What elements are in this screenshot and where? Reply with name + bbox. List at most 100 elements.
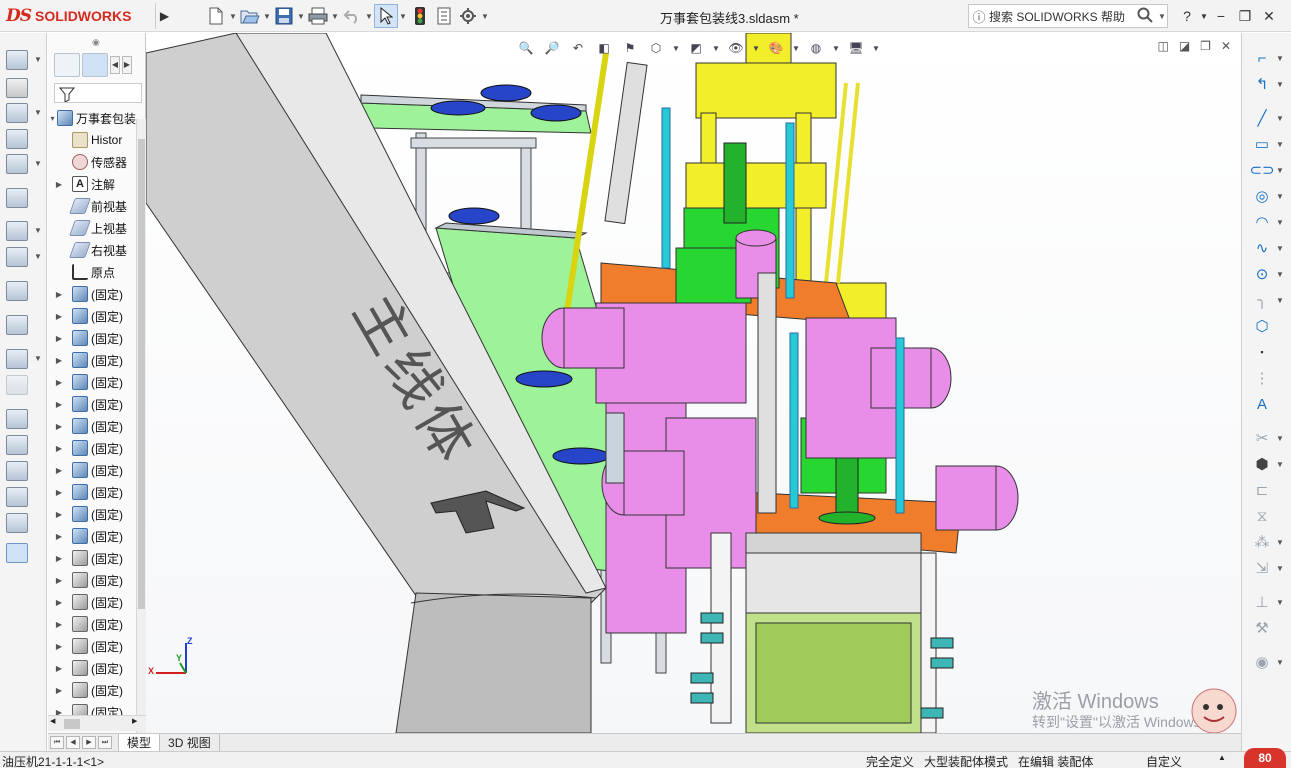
- explode-line-sketch-icon[interactable]: [6, 375, 28, 395]
- tree-item[interactable]: ▶ (固定): [48, 393, 136, 415]
- rectangle-dropdown-icon[interactable]: ▼: [1276, 140, 1284, 149]
- reference-geometry-icon[interactable]: [6, 247, 28, 267]
- notification-badge[interactable]: 80: [1244, 748, 1286, 768]
- quick-snaps-icon[interactable]: ◉: [1252, 653, 1272, 671]
- convert-entities-icon[interactable]: ⬢: [1252, 455, 1272, 473]
- tree-item[interactable]: 上视基: [48, 217, 136, 239]
- tree-item[interactable]: ▶ (固定): [48, 503, 136, 525]
- display-style-dropdown-icon[interactable]: ▼: [712, 39, 720, 57]
- previous-tab-icon[interactable]: ◀: [66, 736, 80, 749]
- options-gear-icon[interactable]: [456, 4, 480, 28]
- tree-expand-icon[interactable]: ▶: [54, 554, 64, 563]
- spline-dropdown-icon[interactable]: ▼: [1276, 244, 1284, 253]
- new-document-icon[interactable]: [204, 4, 228, 28]
- assembly-model-view[interactable]: [146, 33, 1241, 733]
- slot-icon[interactable]: ⊂⊃: [1249, 161, 1274, 179]
- circle-icon[interactable]: ◎: [1252, 187, 1272, 205]
- help-search-box[interactable]: ⓘ 搜索 SOLIDWORKS 帮助 ▼: [968, 4, 1168, 28]
- file-properties-icon[interactable]: [432, 4, 456, 28]
- sketch-dropdown-icon[interactable]: ▼: [1276, 54, 1284, 63]
- take-snapshot-icon[interactable]: [6, 461, 28, 481]
- tree-item[interactable]: ▶ (固定): [48, 305, 136, 327]
- zoom-to-area-icon[interactable]: 🔎: [542, 39, 562, 57]
- help-search-input[interactable]: 搜索 SOLIDWORKS 帮助: [989, 8, 1133, 25]
- search-icon[interactable]: [1133, 7, 1157, 26]
- undo-icon[interactable]: [340, 4, 364, 28]
- exploded-view-icon[interactable]: [6, 349, 28, 369]
- viewport-close-icon[interactable]: ✕: [1221, 39, 1231, 53]
- print-icon[interactable]: [306, 4, 330, 28]
- next-tab-icon[interactable]: ▶: [82, 736, 96, 749]
- viewport-restore-icon[interactable]: ❐: [1200, 39, 1211, 53]
- scene-dropdown-icon[interactable]: ▼: [832, 39, 840, 57]
- tree-expand-icon[interactable]: ▶: [54, 510, 64, 519]
- tree-expand-icon[interactable]: ▶: [54, 488, 64, 497]
- exploded-view-dropdown-icon[interactable]: ▼: [34, 354, 42, 363]
- tree-item[interactable]: ▶ (固定): [48, 481, 136, 503]
- tree-item[interactable]: ▶ (固定): [48, 657, 136, 679]
- solidworks-logo[interactable]: DS SOLIDWORKS: [6, 5, 131, 27]
- tree-item[interactable]: 右视基: [48, 239, 136, 261]
- point-icon[interactable]: ▪: [1252, 343, 1272, 361]
- first-tab-icon[interactable]: ⏮: [50, 736, 64, 749]
- close-icon[interactable]: ✕: [1258, 8, 1280, 25]
- section-view-icon[interactable]: ◧: [594, 39, 614, 57]
- options-dropdown-icon[interactable]: ▼: [480, 4, 490, 28]
- tree-expand-icon[interactable]: ▶: [54, 378, 64, 387]
- tree-item[interactable]: Histor: [48, 129, 136, 151]
- tree-item[interactable]: ▶ (固定): [48, 569, 136, 591]
- rectangle-icon[interactable]: ▭: [1252, 135, 1272, 153]
- graphics-area[interactable]: 主线体 Z X Y 🔍 🔎 ↶ ◧ ⚑ ⬡ ▼ ◩ ▼ 👁 ▼ 🎨 ▼ ◍ ▼ …: [146, 33, 1241, 733]
- property-manager-tab[interactable]: [82, 53, 108, 77]
- tab-scroll-right-icon[interactable]: ▶: [122, 56, 132, 74]
- tree-expand-icon[interactable]: ▶: [54, 532, 64, 541]
- tree-collapse-icon[interactable]: ▾: [50, 114, 55, 123]
- print-dropdown-icon[interactable]: ▼: [330, 4, 340, 28]
- units-dropdown-icon[interactable]: ▲: [1218, 753, 1226, 762]
- tree-item[interactable]: 原点: [48, 261, 136, 283]
- expand-menu-arrow[interactable]: ▶: [155, 3, 173, 29]
- text-icon[interactable]: A: [1252, 395, 1272, 413]
- reference-geometry-dropdown-icon[interactable]: ▼: [34, 252, 42, 261]
- ellipse-icon[interactable]: ⊙: [1252, 265, 1272, 283]
- tree-expand-icon[interactable]: ▶: [54, 180, 64, 189]
- panel-grip-icon[interactable]: ◉: [92, 37, 100, 48]
- viewport-right-icon[interactable]: ◪: [1179, 39, 1190, 53]
- move-dropdown-icon[interactable]: ▼: [34, 159, 42, 168]
- tree-item[interactable]: ▶ (固定): [48, 547, 136, 569]
- tree-item[interactable]: 传感器: [48, 151, 136, 173]
- view-orientation-dropdown-icon[interactable]: ▼: [672, 39, 680, 57]
- tree-item[interactable]: ▶ (固定): [48, 371, 136, 393]
- pattern-dropdown-icon[interactable]: ▼: [34, 108, 42, 117]
- bill-of-materials-icon[interactable]: [6, 315, 28, 335]
- tree-expand-icon[interactable]: ▶: [54, 290, 64, 299]
- mirror-entities-icon[interactable]: ⧖: [1252, 507, 1272, 525]
- tree-expand-icon[interactable]: ▶: [54, 334, 64, 343]
- tree-item[interactable]: ▶ (固定): [48, 613, 136, 635]
- last-tab-icon[interactable]: ⏭: [98, 736, 112, 749]
- select-icon[interactable]: [374, 4, 398, 28]
- tree-item[interactable]: ▶ (固定): [48, 415, 136, 437]
- view-orientation-icon[interactable]: ⬡: [646, 39, 666, 57]
- spline-icon[interactable]: ∿: [1252, 239, 1272, 257]
- display-delete-relations-icon[interactable]: ⊥: [1252, 593, 1272, 611]
- tree-expand-icon[interactable]: ▶: [54, 312, 64, 321]
- feature-manager-tab[interactable]: [54, 53, 80, 77]
- arc-icon[interactable]: ◠: [1252, 213, 1272, 231]
- linear-pattern-icon[interactable]: [6, 103, 28, 123]
- viewport-left-icon[interactable]: ◫: [1157, 39, 1168, 53]
- minimize-icon[interactable]: −: [1210, 8, 1232, 24]
- tree-scroll-thumb[interactable]: [138, 139, 145, 609]
- rotate-component-icon[interactable]: [6, 513, 28, 533]
- new-motion-study-icon[interactable]: [6, 281, 28, 301]
- apply-scene-icon[interactable]: ◍: [806, 39, 826, 57]
- tree-expand-icon[interactable]: ▶: [54, 422, 64, 431]
- tree-expand-icon[interactable]: ▶: [54, 620, 64, 629]
- smart-dimension-icon[interactable]: ↰: [1252, 75, 1272, 93]
- slot-dropdown-icon[interactable]: ▼: [1276, 166, 1284, 175]
- hide-show-dropdown-icon[interactable]: ▼: [752, 39, 760, 57]
- smart-fasteners-icon[interactable]: [6, 129, 28, 149]
- scroll-left-icon[interactable]: ◀: [50, 717, 55, 725]
- polygon-icon[interactable]: ⬡: [1252, 317, 1272, 335]
- tree-root-assembly[interactable]: ▾ 万事套包装: [48, 107, 136, 129]
